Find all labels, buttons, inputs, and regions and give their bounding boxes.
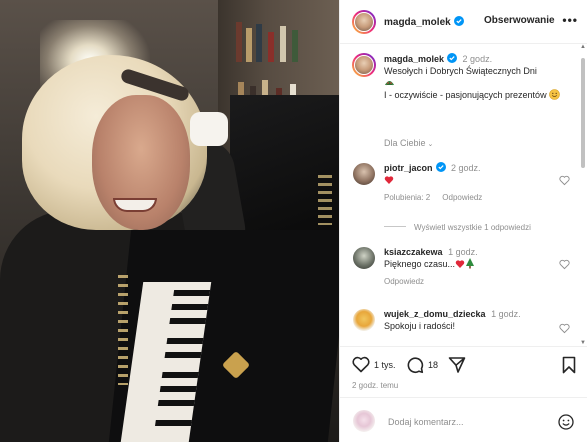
red-heart-emoji-icon xyxy=(384,176,394,184)
heart-icon[interactable] xyxy=(559,175,570,186)
heart-icon[interactable] xyxy=(559,323,570,334)
comment-time: 1 godz. xyxy=(491,309,521,319)
string-lights xyxy=(318,175,332,225)
reply-button[interactable]: Odpowiedz xyxy=(384,277,424,286)
verified-icon xyxy=(435,162,446,172)
comment-text: Spokoju i radości! xyxy=(384,321,456,331)
comment-username[interactable]: ksiazczakewa xyxy=(384,247,443,257)
add-comment-bar: Dodaj komentarz... xyxy=(340,397,587,442)
like-button[interactable]: 1 tys. xyxy=(352,356,396,373)
scrollbar[interactable]: ▲ ▼ xyxy=(580,44,586,346)
comment-time: 1 godz. xyxy=(448,247,478,257)
string-lights xyxy=(118,275,128,385)
comment-username[interactable]: piotr_jacon xyxy=(384,163,433,173)
avatar xyxy=(352,409,376,433)
verified-icon xyxy=(447,53,458,63)
comment-time: 2 godz. xyxy=(451,163,481,173)
avatar[interactable] xyxy=(352,9,376,34)
comment-input[interactable]: Dodaj komentarz... xyxy=(388,417,464,427)
username-text[interactable]: magda_molek xyxy=(384,17,451,28)
red-heart-emoji-icon xyxy=(455,260,465,268)
view-replies-button[interactable]: Wyświetl wszystkie 1 odpowiedzi xyxy=(384,223,531,232)
filter-label: Dla Ciebie xyxy=(384,138,426,148)
heart-icon[interactable] xyxy=(352,356,370,373)
post-header: magda_molek Obserwowanie ••• xyxy=(340,0,587,44)
post-time: 2 godz. temu xyxy=(352,381,399,390)
wreath-emoji-icon xyxy=(385,81,394,86)
view-replies-text: Wyświetl wszystkie 1 odpowiedzi xyxy=(414,223,531,232)
header-username[interactable]: magda_molek xyxy=(384,15,464,28)
avatar[interactable] xyxy=(352,53,376,77)
comments-count: 18 xyxy=(428,360,439,370)
comment-icon[interactable] xyxy=(406,356,424,374)
avatar[interactable] xyxy=(352,308,376,332)
white-cuff xyxy=(190,112,228,146)
verified-icon xyxy=(453,15,464,26)
smiley-icon[interactable] xyxy=(558,414,574,430)
post-photo[interactable] xyxy=(0,0,339,442)
christmas-tree-emoji-icon xyxy=(466,258,475,269)
caption-line-1: Wesołych i Dobrych Świątecznych Dni xyxy=(384,66,537,76)
bookmark-icon[interactable] xyxy=(562,356,576,374)
comment-likes[interactable]: Polubienia: 2 xyxy=(384,193,430,202)
reply-button[interactable]: Odpowiedz xyxy=(442,193,482,202)
comment-username[interactable]: wujek_z_domu_dziecka xyxy=(384,309,486,319)
save-button[interactable] xyxy=(562,356,576,374)
scroll-up-icon[interactable]: ▲ xyxy=(580,44,586,50)
likes-count[interactable]: 1 tys. xyxy=(374,360,396,370)
caption-line-2: I - oczywiście - pasjonujących prezentów xyxy=(384,90,547,100)
caption-time: 2 godz. xyxy=(462,54,493,64)
share-icon[interactable] xyxy=(448,356,466,374)
chevron-down-icon: ⌄ xyxy=(427,141,434,148)
scrollbar-thumb[interactable] xyxy=(581,58,585,168)
heart-icon[interactable] xyxy=(559,259,570,270)
comment-button[interactable]: 18 xyxy=(406,356,438,374)
share-button[interactable] xyxy=(448,356,466,374)
caption-username[interactable]: magda_molek xyxy=(384,54,444,64)
comments-list[interactable]: magda_molek 2 godz. Wesołych i Dobrych Ś… xyxy=(340,44,587,346)
avatar[interactable] xyxy=(352,246,376,270)
post-actions: 1 tys. 18 2 godz. temu xyxy=(340,346,587,396)
avatar[interactable] xyxy=(352,162,376,186)
smile-emoji-icon xyxy=(549,89,560,100)
comment-text: Pięknego czasu... xyxy=(384,259,456,269)
more-icon[interactable]: ••• xyxy=(562,13,578,27)
following-button[interactable]: Obserwowanie xyxy=(484,15,555,26)
comment-filter-dropdown[interactable]: Dla Ciebie ⌄ xyxy=(384,138,433,148)
divider-line xyxy=(384,226,406,227)
post-panel: magda_molek Obserwowanie ••• magda_molek… xyxy=(339,0,587,442)
